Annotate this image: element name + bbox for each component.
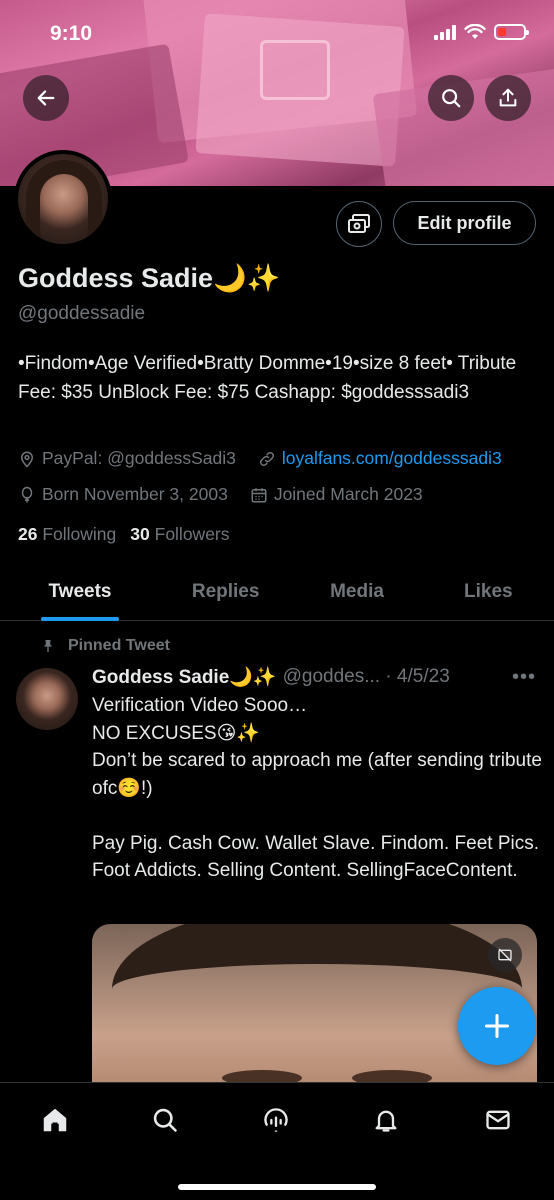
bell-icon	[375, 1110, 397, 1132]
pin-icon	[44, 640, 52, 652]
following-count: 26	[18, 524, 38, 544]
battery-icon	[494, 24, 529, 40]
calendar-icon	[251, 487, 267, 502]
share-icon	[499, 88, 517, 107]
bottom-navigation	[0, 1082, 554, 1200]
pinned-label: Pinned Tweet	[68, 637, 170, 654]
nav-home[interactable]	[38, 1103, 72, 1137]
profile-bio: •Findom•Age Verified•Bratty Domme•19•siz…	[18, 353, 517, 403]
following-link[interactable]: 26 Following	[18, 524, 116, 545]
profile-joined: Joined March 2023	[250, 484, 423, 505]
media-settings-icon	[498, 948, 512, 962]
profile-website[interactable]: loyalfans.com/goddesssadi3	[258, 448, 502, 469]
mail-icon	[486, 1110, 510, 1130]
back-button[interactable]	[23, 75, 69, 121]
arrow-left-icon	[37, 90, 55, 106]
money-icon	[348, 214, 370, 233]
share-button[interactable]	[485, 75, 531, 121]
search-icon	[153, 1108, 177, 1132]
edit-profile-button[interactable]: Edit profile	[393, 201, 536, 245]
status-time: 9:10	[50, 22, 93, 45]
tweet-text: Verification Video Sooo… NO EXCUSES😘✨ Do…	[92, 695, 542, 881]
nav-messages[interactable]	[481, 1103, 515, 1137]
tab-media[interactable]: Media	[291, 563, 422, 620]
more-options-icon[interactable]: •••	[512, 666, 536, 689]
link-icon	[259, 451, 274, 466]
tab-replies[interactable]: Replies	[160, 563, 291, 620]
tweet-handle-date: @goddes... · 4/5/23	[282, 666, 450, 687]
profile-meta-row-1: PayPal: @goddessSadi3 loyalfans.com/godd…	[18, 448, 502, 469]
location-pin-icon	[20, 451, 34, 468]
nav-spaces[interactable]	[259, 1103, 293, 1137]
follow-stats: 26 Following 30 Followers	[18, 524, 230, 545]
birthday-balloon-icon	[21, 486, 33, 502]
tips-button[interactable]	[336, 201, 382, 247]
status-bar: 9:10	[0, 0, 554, 70]
media-sensitive-badge[interactable]	[488, 938, 522, 972]
search-button[interactable]	[428, 75, 474, 121]
status-icons	[434, 24, 529, 40]
cellular-signal-icon	[434, 24, 456, 40]
profile-joined-text: Joined March 2023	[273, 484, 423, 504]
tab-likes[interactable]: Likes	[423, 563, 554, 620]
home-indicator[interactable]	[178, 1184, 376, 1190]
wifi-icon	[464, 24, 486, 39]
profile-birthday: Born November 3, 2003	[18, 484, 228, 505]
compose-tweet-button[interactable]	[458, 987, 536, 1065]
spaces-icon	[264, 1108, 288, 1132]
profile-avatar[interactable]	[14, 150, 112, 248]
profile-location-text: PayPal: @goddessSadi3	[42, 448, 236, 468]
tweet-author-avatar[interactable]	[16, 668, 78, 730]
following-label: Following	[42, 524, 117, 544]
profile-birthday-text: Born November 3, 2003	[42, 484, 228, 504]
profile-handle: @goddessadie	[18, 303, 146, 324]
home-icon	[43, 1108, 67, 1132]
tweet-author-name[interactable]: Goddess Sadie🌙✨	[92, 665, 277, 689]
followers-count: 30	[130, 524, 150, 544]
nav-notifications[interactable]	[369, 1103, 403, 1137]
followers-label: Followers	[154, 524, 230, 544]
profile-location: PayPal: @goddessSadi3	[18, 448, 236, 469]
profile-website-link[interactable]: loyalfans.com/goddesssadi3	[282, 448, 502, 469]
plus-icon	[484, 1013, 510, 1039]
followers-link[interactable]: 30 Followers	[130, 524, 229, 545]
tab-tweets[interactable]: Tweets	[0, 563, 160, 620]
tweet-header: Goddess Sadie🌙✨ @goddes... · 4/5/23	[92, 665, 450, 689]
pinned-indicator: Pinned Tweet	[44, 637, 170, 655]
profile-meta-row-2: Born November 3, 2003 Joined March 2023	[18, 484, 423, 505]
nav-explore[interactable]	[148, 1103, 182, 1137]
profile-tabs: Tweets Replies Media Likes	[0, 563, 554, 621]
profile-name: Goddess Sadie🌙✨	[18, 263, 281, 293]
search-icon	[442, 89, 461, 108]
